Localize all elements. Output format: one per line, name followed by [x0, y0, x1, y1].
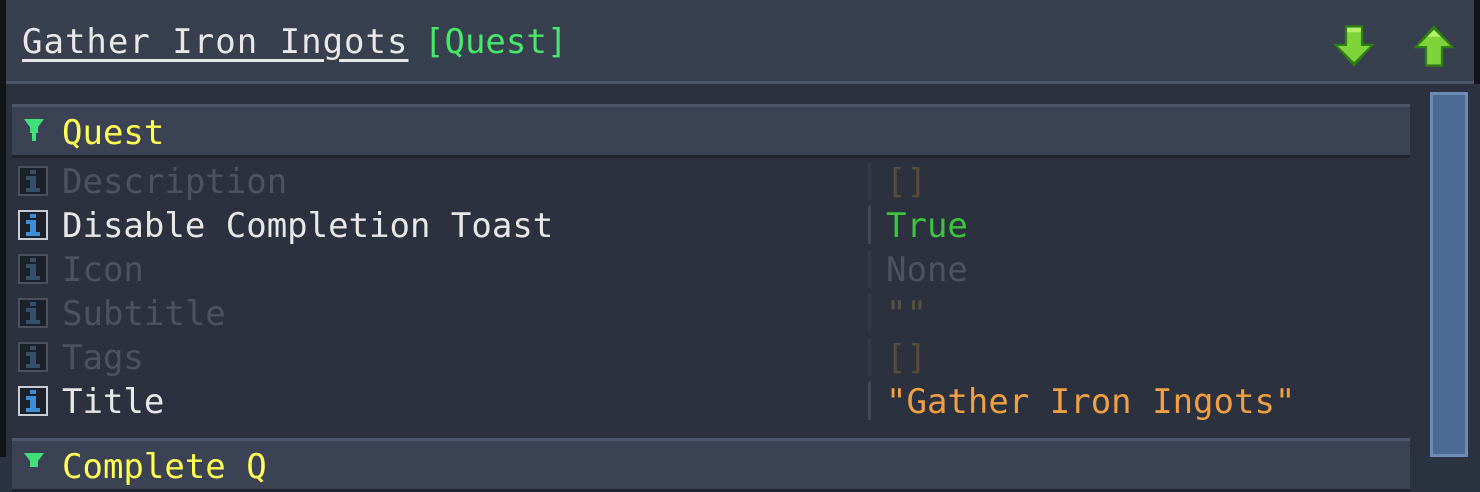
move-down-button[interactable] [1328, 20, 1380, 72]
column-divider [868, 162, 871, 200]
info-icon[interactable] [18, 386, 48, 416]
collapse-triangle-icon [24, 453, 44, 467]
move-up-button[interactable] [1408, 20, 1460, 72]
column-divider [868, 206, 871, 244]
panel-header: Gather Iron Ingots [Quest] [6, 0, 1474, 84]
column-divider [868, 250, 871, 288]
section-header-quest[interactable]: Quest [12, 104, 1410, 158]
property-row[interactable]: Icon None [12, 248, 1410, 292]
info-icon[interactable] [18, 254, 48, 284]
property-value[interactable]: [] [886, 162, 927, 202]
quest-type-tag: [Quest] [424, 22, 568, 62]
info-icon[interactable] [18, 298, 48, 328]
property-name: Description [62, 162, 288, 202]
info-icon[interactable] [18, 342, 48, 372]
collapse-triangle-icon [24, 119, 44, 141]
info-icon[interactable] [18, 210, 48, 240]
property-name: Disable Completion Toast [62, 206, 554, 246]
property-name: Tags [62, 338, 144, 378]
column-divider [868, 294, 871, 332]
config-panel: Gather Iron Ingots [Quest] Quest Descrip… [0, 0, 1480, 492]
info-icon[interactable] [18, 166, 48, 196]
property-value[interactable]: "Gather Iron Ingots" [886, 382, 1295, 422]
property-value[interactable]: None [886, 250, 968, 290]
section-label: Complete Q [62, 447, 267, 487]
property-value[interactable]: True [886, 206, 968, 246]
arrow-up-icon [1413, 25, 1455, 67]
scrollbar-thumb[interactable] [1430, 92, 1468, 457]
property-name: Subtitle [62, 294, 226, 334]
property-name: Title [62, 382, 165, 422]
property-row[interactable]: Tags [] [12, 336, 1410, 380]
column-divider [868, 382, 871, 420]
section-label: Quest [62, 113, 165, 153]
property-value[interactable]: [] [886, 338, 927, 378]
property-row[interactable]: Subtitle "" [12, 292, 1410, 336]
arrow-down-icon [1333, 25, 1375, 67]
quest-title-link[interactable]: Gather Iron Ingots [22, 22, 408, 62]
column-divider [868, 338, 871, 376]
property-row[interactable]: Disable Completion Toast True [12, 204, 1410, 248]
property-row[interactable]: Description [] [12, 160, 1410, 204]
property-row[interactable]: Title "Gather Iron Ingots" [12, 380, 1410, 424]
property-name: Icon [62, 250, 144, 290]
section-header-complete[interactable]: Complete Q [12, 438, 1410, 492]
property-value[interactable]: "" [886, 294, 927, 334]
